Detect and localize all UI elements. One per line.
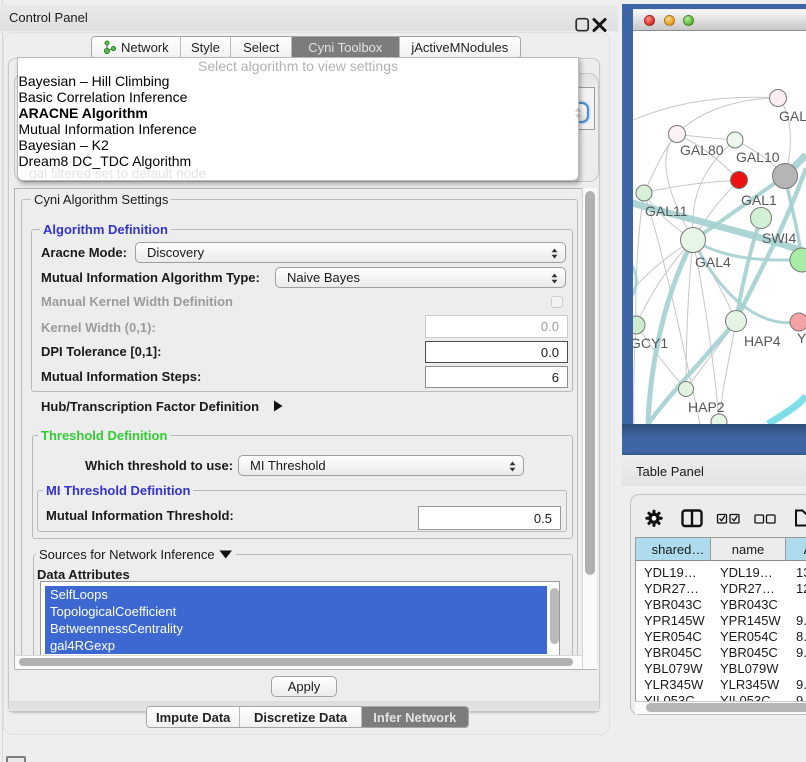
svg-text:GAL: GAL <box>779 108 806 124</box>
svg-text:SWI4: SWI4 <box>762 230 796 246</box>
svg-text:GAL1: GAL1 <box>741 192 777 208</box>
svg-text:Y: Y <box>797 330 806 346</box>
svg-text:GCY1: GCY1 <box>633 335 668 351</box>
svg-text:GAL11: GAL11 <box>645 203 688 219</box>
svg-text:GAL10: GAL10 <box>736 149 780 165</box>
svg-text:GAL80: GAL80 <box>680 142 724 158</box>
svg-text:GAL4: GAL4 <box>695 254 731 270</box>
svg-text:HAP4: HAP4 <box>744 333 781 349</box>
svg-text:HAP2: HAP2 <box>688 399 725 415</box>
